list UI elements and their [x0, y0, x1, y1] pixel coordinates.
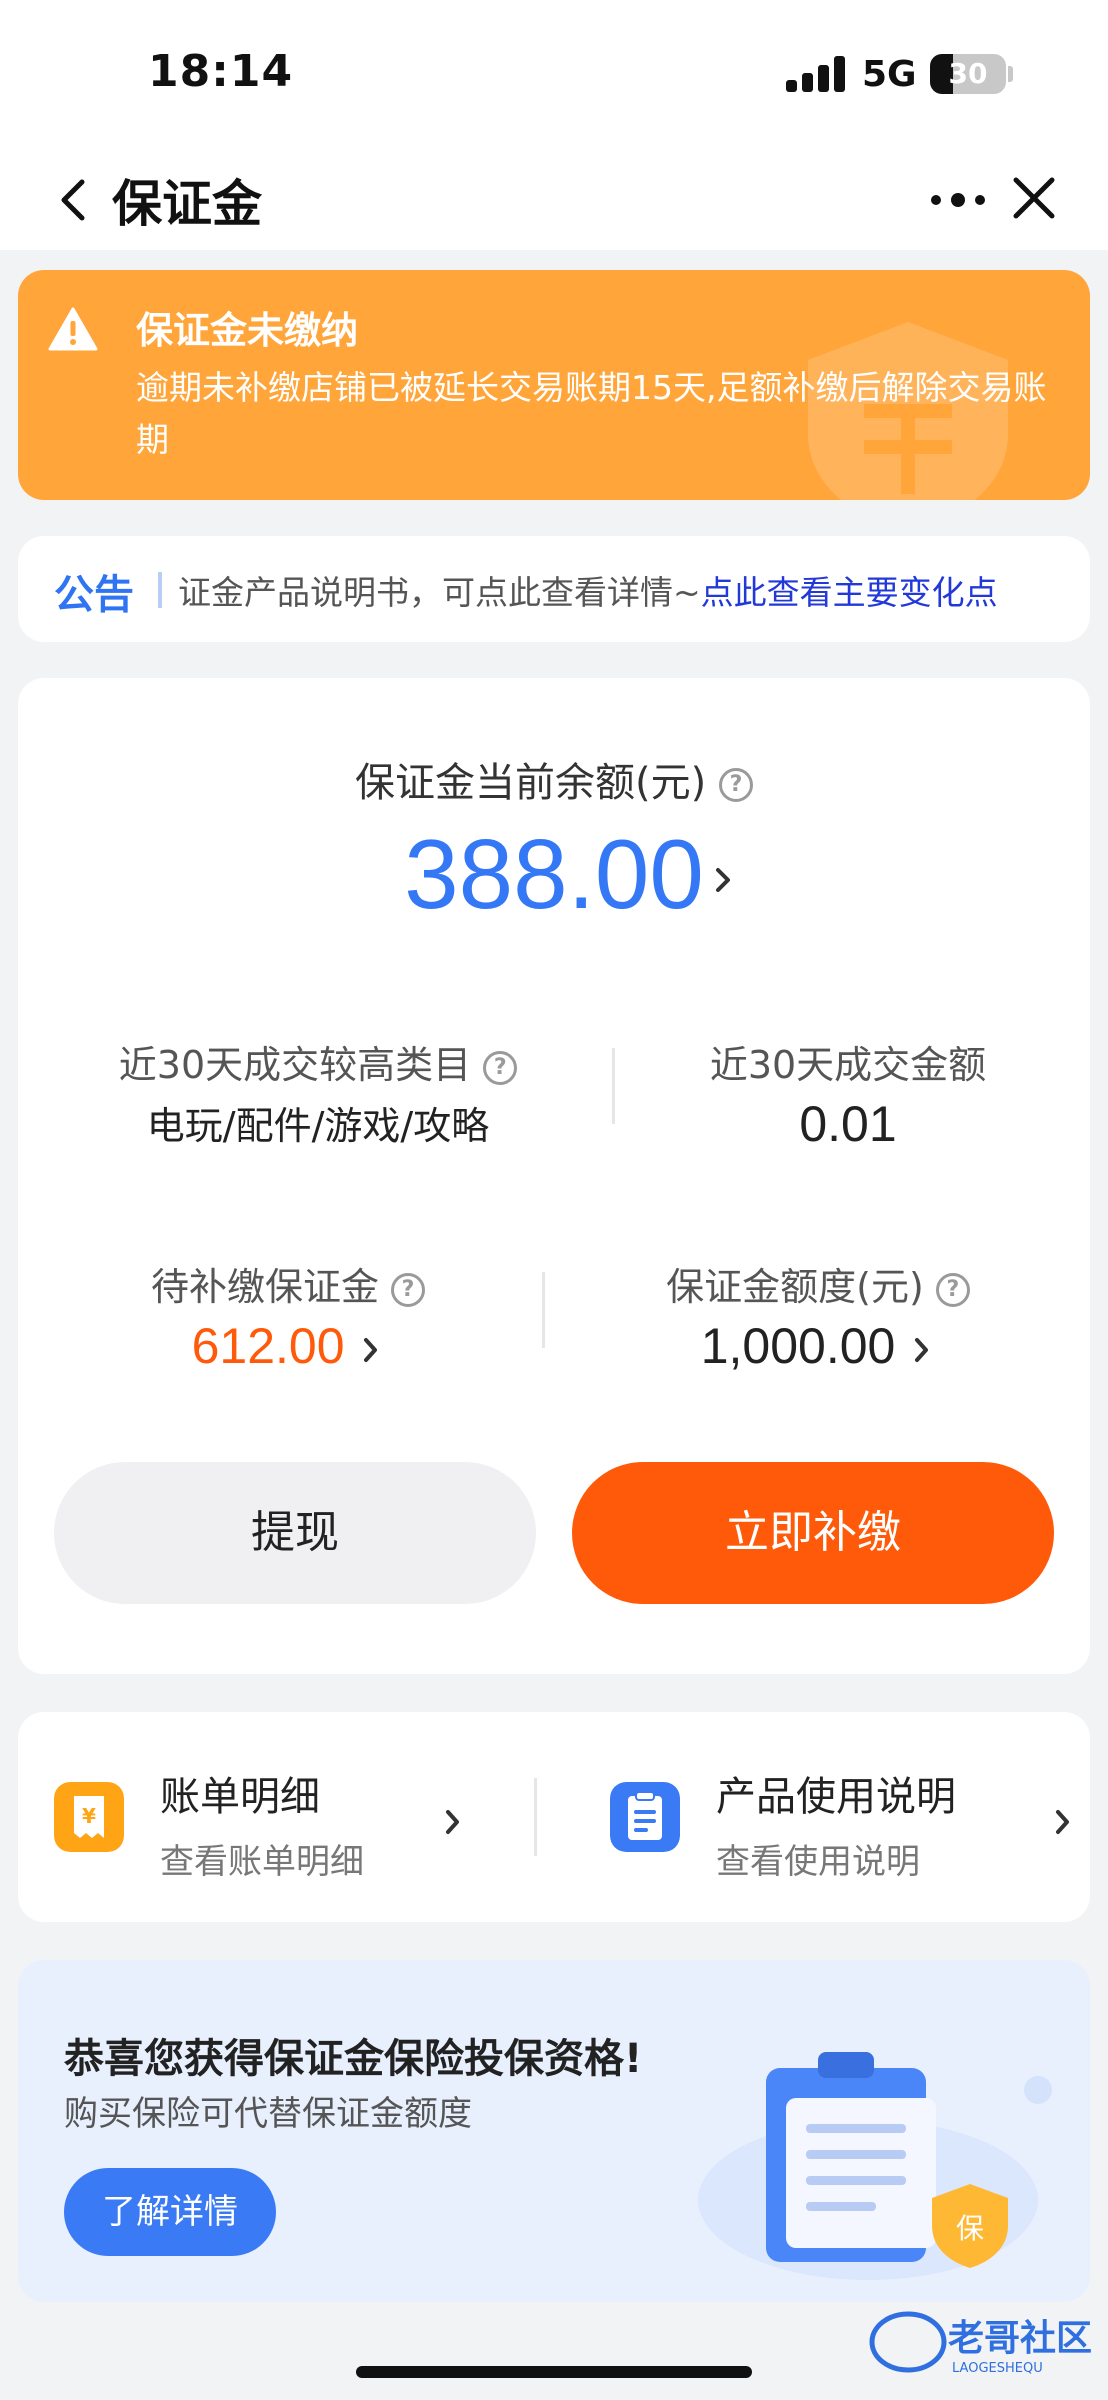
svg-text:¥: ¥ — [82, 1804, 96, 1828]
warning-banner: 保证金未缴纳 逾期未补缴店铺已被延长交易账期15天,足额补缴后解除交易账期 — [18, 270, 1090, 500]
usage-guide-subtitle: 查看使用说明 — [716, 1842, 920, 1882]
chevron-right-icon — [364, 1337, 378, 1362]
top-category-label: 近30天成交较高类目 — [118, 1043, 472, 1087]
watermark-subtext: LAOGESHEQU — [952, 2361, 1043, 2376]
nav-bar: 保证金 — [0, 150, 1108, 250]
document-icon — [610, 1782, 680, 1852]
battery-icon: 30 — [930, 54, 1006, 94]
deposit-quota-label-row: 保证金额度(元) ? — [598, 1256, 1038, 1311]
announcement-label: 公告 — [54, 572, 134, 618]
usage-guide-title: 产品使用说明 — [716, 1774, 956, 1820]
deposit-quota-value-row[interactable]: 1,000.00 — [598, 1317, 1038, 1375]
help-icon[interactable]: ? — [935, 1272, 970, 1307]
battery-cap — [1008, 66, 1013, 82]
balance-label: 保证金当前余额(元) — [355, 760, 707, 806]
warning-title: 保证金未缴纳 — [136, 309, 358, 352]
top-category-stat: 近30天成交较高类目 ? 电玩/配件/游戏/攻略 — [78, 1034, 558, 1150]
warning-triangle-icon — [48, 307, 98, 351]
chevron-right-icon — [915, 1337, 929, 1362]
brand-watermark-logo: 老哥社区 LAOGESHEQU — [869, 2311, 1092, 2376]
more-dots-icon[interactable] — [926, 174, 990, 226]
announcement-link[interactable]: 点此查看主要变化点 — [701, 573, 998, 612]
top-category-value: 电玩/配件/游戏/攻略 — [146, 1104, 490, 1148]
battery-level: 30 — [948, 57, 988, 90]
deposit-quota-label: 保证金额度(元) — [666, 1265, 924, 1309]
pending-deposit-stat[interactable]: 待补缴保证金 ? 612.00 — [78, 1256, 498, 1375]
announcement-bar[interactable]: 公告 证金产品说明书，可点此查看详情~点此查看主要变化点 — [18, 536, 1090, 642]
usage-guide-link[interactable]: 产品使用说明 查看使用说明 — [558, 1712, 1090, 1922]
trade-amount-label: 近30天成交金额 — [709, 1043, 987, 1087]
watermark-text: 老哥社区 — [948, 2318, 1092, 2359]
announcement-divider — [158, 572, 162, 608]
promo-title: 恭喜您获得保证金保险投保资格! — [64, 2036, 643, 2082]
links-divider — [534, 1778, 537, 1856]
top-category-label-row: 近30天成交较高类目 ? — [78, 1034, 558, 1089]
bill-details-link[interactable]: ¥ 账单明细 查看账单明细 — [18, 1712, 538, 1922]
pending-deposit-value: 612.00 — [191, 1318, 345, 1374]
balance-label-row: 保证金当前余额(元) ? — [18, 750, 1090, 808]
chevron-right-icon — [446, 1810, 459, 1834]
trade-amount-value: 0.01 — [799, 1096, 897, 1152]
pending-deposit-value-row[interactable]: 612.00 — [78, 1317, 498, 1375]
warning-description: 逾期未补缴店铺已被延长交易账期15天,足额补缴后解除交易账期 — [136, 368, 1047, 459]
announcement-body: 证金产品说明书，可点此查看详情~ — [178, 573, 701, 612]
chevron-right-icon — [1056, 1810, 1069, 1834]
learn-more-button[interactable]: 了解详情 — [64, 2168, 276, 2256]
bill-details-title: 账单明细 — [160, 1774, 320, 1820]
balance-card: 保证金当前余额(元) ? 388.00 近30天成交较高类目 ? 电玩/配件/游… — [18, 678, 1090, 1674]
chevron-right-icon[interactable] — [708, 860, 738, 900]
status-bar: 18:14 5G 30 — [0, 0, 1108, 150]
bill-details-subtitle: 查看账单明细 — [160, 1842, 364, 1882]
announcement-text: 证金产品说明书，可点此查看详情~点此查看主要变化点 — [178, 566, 998, 614]
help-icon[interactable]: ? — [483, 1050, 518, 1085]
help-icon[interactable]: ? — [391, 1272, 426, 1307]
pending-deposit-label-row: 待补缴保证金 ? — [78, 1256, 498, 1311]
pay-now-button[interactable]: 立即补缴 — [572, 1462, 1054, 1604]
signal-icon — [786, 56, 846, 92]
quick-links-card: ¥ 账单明细 查看账单明细 产品使用说明 查看使用说明 — [18, 1712, 1090, 1922]
promo-subtitle: 购买保险可代替保证金额度 — [64, 2094, 472, 2134]
bill-icon: ¥ — [54, 1782, 124, 1852]
shield-text: 保 — [956, 2212, 984, 2245]
help-icon[interactable]: ? — [718, 768, 753, 802]
balance-value[interactable]: 388.00 — [18, 818, 1090, 931]
home-indicator — [356, 2366, 752, 2378]
trade-amount-stat: 近30天成交金额 0.01 — [648, 1034, 1048, 1153]
pending-deposit-label: 待补缴保证金 — [150, 1265, 379, 1309]
withdraw-button[interactable]: 提现 — [54, 1462, 536, 1604]
close-icon[interactable] — [1006, 170, 1062, 226]
deposit-quota-stat[interactable]: 保证金额度(元) ? 1,000.00 — [598, 1256, 1038, 1375]
deposit-quota-value: 1,000.00 — [700, 1318, 896, 1374]
stat-divider — [542, 1272, 545, 1348]
insurance-promo-card: 恭喜您获得保证金保险投保资格! 购买保险可代替保证金额度 了解详情 保 — [18, 1960, 1090, 2302]
stat-divider — [612, 1048, 615, 1124]
clipboard-shield-illustration: 保 — [698, 2052, 1052, 2280]
page-title: 保证金 — [112, 175, 262, 233]
status-time: 18:14 — [148, 46, 294, 97]
chevron-left-icon[interactable] — [44, 170, 104, 230]
network-type: 5G — [862, 54, 917, 95]
